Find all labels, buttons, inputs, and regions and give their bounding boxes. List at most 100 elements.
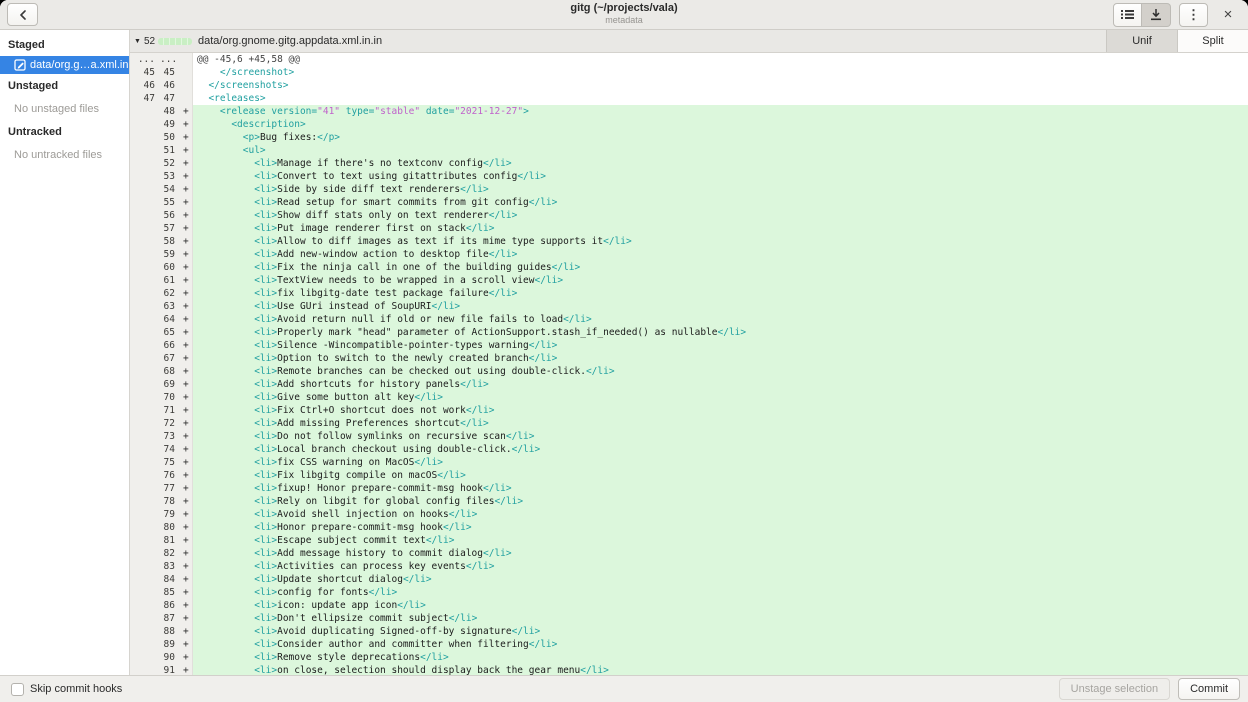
gitg-window: gitg (~/projects/vala) metadata: [0, 0, 1248, 702]
diff-line-row[interactable]: 56+ <li>Show diff stats only on text ren…: [130, 209, 1248, 222]
diff-sign: +: [180, 287, 193, 300]
old-line-number: [130, 430, 160, 443]
diff-line-row[interactable]: 86+ <li>icon: update app icon</li>: [130, 599, 1248, 612]
diff-line-row[interactable]: 84+ <li>Update shortcut dialog</li>: [130, 573, 1248, 586]
diff-line-row[interactable]: 83+ <li>Activities can process key event…: [130, 560, 1248, 573]
diff-line-row[interactable]: 69+ <li>Add shortcuts for history panels…: [130, 378, 1248, 391]
diff-line-row[interactable]: 55+ <li>Read setup for smart commits fro…: [130, 196, 1248, 209]
diff-line-row[interactable]: 79+ <li>Avoid shell injection on hooks</…: [130, 508, 1248, 521]
diff-line-row[interactable]: 82+ <li>Add message history to commit di…: [130, 547, 1248, 560]
diff-line-row[interactable]: 75+ <li>fix CSS warning on MacOS</li>: [130, 456, 1248, 469]
diff-line-code: <li>Convert to text using gitattributes …: [193, 170, 1248, 183]
new-line-number: 52: [160, 157, 180, 170]
commit-download-icon: [1150, 9, 1162, 21]
diff-line-row[interactable]: 62+ <li>fix libgitg-date test package fa…: [130, 287, 1248, 300]
diff-file-header: ▼ 52 data/org.gnome.gitg.appdata.xml.in.…: [130, 30, 1248, 53]
primary-menu-button[interactable]: ⋮: [1179, 3, 1208, 27]
new-line-number: 81: [160, 534, 180, 547]
diff-line-code: <li>Avoid duplicating Signed-off-by sign…: [193, 625, 1248, 638]
window-title-box: gitg (~/projects/vala) metadata: [0, 2, 1248, 25]
new-line-number: 79: [160, 508, 180, 521]
main-area: Stageddata/org.g…a.xml.in.inUnstagedNo u…: [0, 30, 1248, 675]
skip-commit-hooks-label: Skip commit hooks: [30, 683, 122, 695]
diff-line-row[interactable]: 66+ <li>Silence -Wincompatible-pointer-t…: [130, 339, 1248, 352]
unstage-selection-button[interactable]: Unstage selection: [1059, 678, 1170, 700]
diff-line-row[interactable]: 57+ <li>Put image renderer first on stac…: [130, 222, 1248, 235]
diff-line-row[interactable]: 64+ <li>Avoid return null if old or new …: [130, 313, 1248, 326]
diff-sign: +: [180, 573, 193, 586]
history-list-view-button[interactable]: [1113, 3, 1142, 27]
old-line-number: [130, 196, 160, 209]
old-line-number: ...: [130, 53, 160, 66]
diff-line-row[interactable]: 90+ <li>Remove style deprecations</li>: [130, 651, 1248, 664]
collapse-expander-icon[interactable]: ▼: [134, 38, 141, 45]
sidebar-empty-placeholder: No untracked files: [0, 143, 129, 166]
diff-sign: +: [180, 469, 193, 482]
diff-line-row[interactable]: 52+ <li>Manage if there's no textconv co…: [130, 157, 1248, 170]
commit-button[interactable]: Commit: [1178, 678, 1240, 700]
diff-sign: +: [180, 651, 193, 664]
diff-line-row[interactable]: 91+ <li>on close, selection should displ…: [130, 664, 1248, 675]
new-line-number: 84: [160, 573, 180, 586]
diff-line-code: <li>fix CSS warning on MacOS</li>: [193, 456, 1248, 469]
diff-line-row[interactable]: 4646 </screenshots>: [130, 79, 1248, 92]
diff-line-row[interactable]: 81+ <li>Escape subject commit text</li>: [130, 534, 1248, 547]
diff-line-row[interactable]: 4545 </screenshot>: [130, 66, 1248, 79]
old-line-number: [130, 469, 160, 482]
diff-line-row[interactable]: 53+ <li>Convert to text using gitattribu…: [130, 170, 1248, 183]
modified-file-icon: [14, 59, 26, 71]
sidebar-item-file[interactable]: data/org.g…a.xml.in.in: [0, 56, 129, 74]
diff-line-row[interactable]: ......@@ -45,6 +45,58 @@: [130, 53, 1248, 66]
diff-line-row[interactable]: 88+ <li>Avoid duplicating Signed-off-by …: [130, 625, 1248, 638]
diff-line-code: <li>fix libgitg-date test package failur…: [193, 287, 1248, 300]
diff-line-row[interactable]: 72+ <li>Add missing Preferences shortcut…: [130, 417, 1248, 430]
diff-line-row[interactable]: 51+ <ul>: [130, 144, 1248, 157]
diff-line-row[interactable]: 74+ <li>Local branch checkout using doub…: [130, 443, 1248, 456]
diff-line-row[interactable]: 71+ <li>Fix Ctrl+O shortcut does not wor…: [130, 404, 1248, 417]
diff-line-code: <li>Side by side diff text renderers</li…: [193, 183, 1248, 196]
diff-line-row[interactable]: 73+ <li>Do not follow symlinks on recurs…: [130, 430, 1248, 443]
commit-view-button[interactable]: [1142, 3, 1171, 27]
diff-sign: +: [180, 521, 193, 534]
diff-line-row[interactable]: 60+ <li>Fix the ninja call in one of the…: [130, 261, 1248, 274]
diff-line-row[interactable]: 85+ <li>config for fonts</li>: [130, 586, 1248, 599]
diff-line-row[interactable]: 80+ <li>Honor prepare-commit-msg hook</l…: [130, 521, 1248, 534]
back-button[interactable]: [7, 3, 38, 26]
skip-commit-hooks-checkbox[interactable]: [11, 683, 24, 696]
diff-line-code: <li>Avoid return null if old or new file…: [193, 313, 1248, 326]
diff-line-row[interactable]: 77+ <li>fixup! Honor prepare-commit-msg …: [130, 482, 1248, 495]
old-line-number: [130, 287, 160, 300]
diff-sign: +: [180, 443, 193, 456]
diff-line-row[interactable]: 78+ <li>Rely on libgit for global config…: [130, 495, 1248, 508]
diff-line-code: <li>Allow to diff images as text if its …: [193, 235, 1248, 248]
diff-line-row[interactable]: 67+ <li>Option to switch to the newly cr…: [130, 352, 1248, 365]
diff-line-code: <li>Read setup for smart commits from gi…: [193, 196, 1248, 209]
diff-line-row[interactable]: 49+ <description>: [130, 118, 1248, 131]
diff-line-row[interactable]: 50+ <p>Bug fixes:</p>: [130, 131, 1248, 144]
diff-view[interactable]: ......@@ -45,6 +45,58 @@4545 </screensho…: [130, 53, 1248, 675]
diff-line-row[interactable]: 87+ <li>Don't ellipsize commit subject</…: [130, 612, 1248, 625]
diff-line-row[interactable]: 61+ <li>TextView needs to be wrapped in …: [130, 274, 1248, 287]
skip-commit-hooks-option[interactable]: Skip commit hooks: [11, 683, 122, 696]
diff-line-row[interactable]: 89+ <li>Consider author and committer wh…: [130, 638, 1248, 651]
diff-line-row[interactable]: 59+ <li>Add new-window action to desktop…: [130, 248, 1248, 261]
diff-line-row[interactable]: 65+ <li>Properly mark "head" parameter o…: [130, 326, 1248, 339]
diff-line-row[interactable]: 4747 <releases>: [130, 92, 1248, 105]
diff-line-code: <li>Remote branches can be checked out u…: [193, 365, 1248, 378]
diff-line-row[interactable]: 70+ <li>Give some button alt key</li>: [130, 391, 1248, 404]
diff-line-row[interactable]: 68+ <li>Remote branches can be checked o…: [130, 365, 1248, 378]
diff-line-row[interactable]: 58+ <li>Allow to diff images as text if …: [130, 235, 1248, 248]
old-line-number: 47: [130, 92, 160, 105]
diff-line-row[interactable]: 48+ <release version="41" type="stable" …: [130, 105, 1248, 118]
diff-line-row[interactable]: 54+ <li>Side by side diff text renderers…: [130, 183, 1248, 196]
split-view-button[interactable]: Split: [1177, 30, 1248, 52]
window-close-button[interactable]: ×: [1217, 4, 1239, 26]
diff-line-row[interactable]: 76+ <li>Fix libgitg compile on macOS</li…: [130, 469, 1248, 482]
unified-view-button[interactable]: Unif: [1106, 30, 1177, 52]
diff-sign: +: [180, 235, 193, 248]
diff-line-code: <description>: [193, 118, 1248, 131]
diff-line-row[interactable]: 63+ <li>Use GUri instead of SoupURI</li>: [130, 300, 1248, 313]
diff-sign: +: [180, 391, 193, 404]
diff-line-code: <li>icon: update app icon</li>: [193, 599, 1248, 612]
old-line-number: [130, 651, 160, 664]
